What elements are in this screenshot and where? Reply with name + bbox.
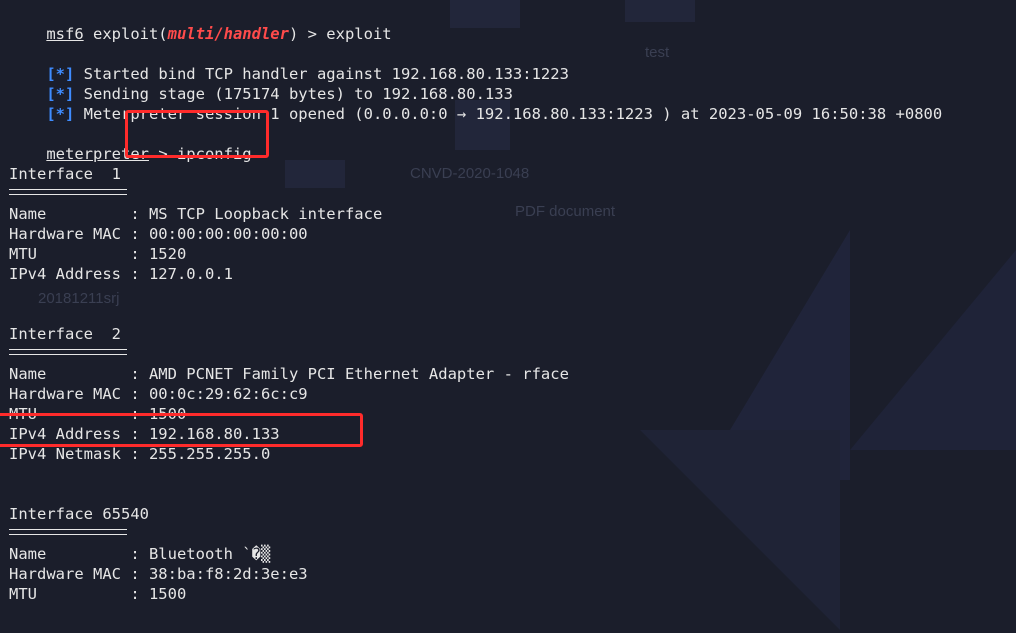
status-marker: [*] xyxy=(46,105,75,123)
interface-field: Hardware MAC : 38:ba:f8:2d:3e:e3 xyxy=(9,565,308,583)
highlight-box-ipv4 xyxy=(0,413,363,447)
interface-field: Name : AMD PCNET Family PCI Ethernet Ada… xyxy=(9,365,569,383)
interface-field: MTU : 1520 xyxy=(9,245,187,263)
interface-field: Hardware MAC : 00:0c:29:62:6c:c9 xyxy=(9,385,308,403)
interface-divider xyxy=(9,349,127,355)
interface-title: Interface 65540 xyxy=(9,505,149,523)
interface-divider xyxy=(9,529,127,535)
meterpreter-prompt-line: meterpreter > xyxy=(9,624,187,633)
background-artifact xyxy=(625,0,695,22)
background-text: 20181211srj xyxy=(38,290,120,307)
interface-field: Name : MS TCP Loopback interface xyxy=(9,205,383,223)
background-text: test xyxy=(645,44,670,61)
msf-command-text: exploit( xyxy=(83,25,168,43)
interface-field: Hardware MAC : 00:00:00:00:00:00 xyxy=(9,225,308,243)
background-artifact xyxy=(850,250,1016,450)
background-text: PDF document xyxy=(515,203,616,220)
background-artifact xyxy=(285,160,345,188)
background-text: CNVD-2020-1048 xyxy=(410,165,530,182)
interface-field: IPv4 Address : 127.0.0.1 xyxy=(9,265,233,283)
interface-field: MTU : 1500 xyxy=(9,585,187,603)
background-artifact xyxy=(700,230,850,480)
status-line: [*] Started bind TCP handler against 192… xyxy=(9,44,569,83)
status-line: [*] Meterpreter session 1 opened (0.0.0.… xyxy=(9,84,942,123)
interface-field: Name : Bluetooth `�▒ xyxy=(9,545,271,563)
status-line: [*] Sending stage (175174 bytes) to 192.… xyxy=(9,64,513,103)
msf-module-name: multi/handler xyxy=(167,25,289,43)
highlight-box-ipconfig xyxy=(125,110,269,158)
interface-divider xyxy=(9,189,127,195)
interface-field: IPv4 Netmask : 255.255.255.0 xyxy=(9,445,271,463)
interface-title: Interface 1 xyxy=(9,165,121,183)
background-artifact xyxy=(640,430,840,630)
terminal-window[interactable]: test CNVD-2020-1048 PDF document 2018121… xyxy=(0,0,1016,633)
msf-prompt-line: msf6 exploit(multi/handler) > exploit xyxy=(9,4,391,43)
msf-command-suffix: ) > exploit xyxy=(288,25,392,43)
interface-title: Interface 2 xyxy=(9,325,121,343)
msf-prompt-prefix: msf6 xyxy=(46,25,84,43)
background-artifact xyxy=(450,0,520,28)
